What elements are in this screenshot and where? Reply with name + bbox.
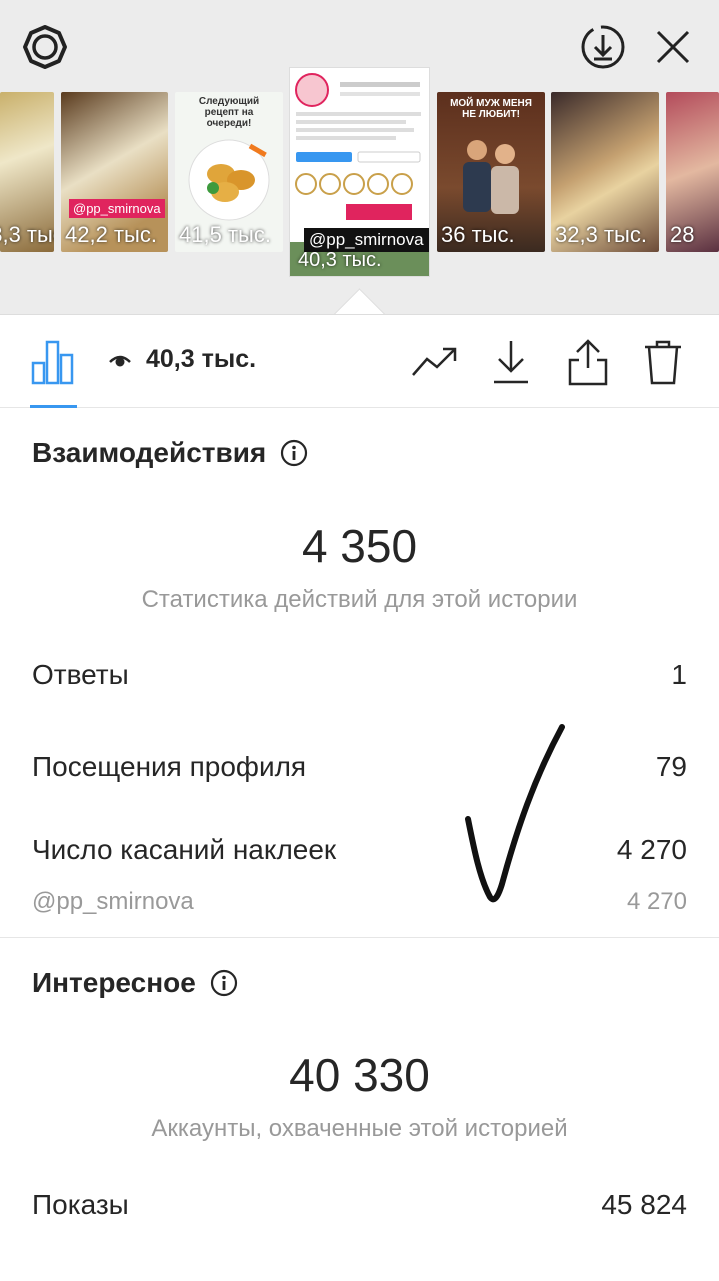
viewers-count-label: 40,3 тыс. (146, 345, 257, 373)
story-thumbnail[interactable]: 43,3 тыс. (0, 92, 54, 252)
stat-sublabel: @pp_smirnova (32, 888, 194, 915)
gear-icon (23, 25, 67, 69)
stat-label: Посещения профиля (32, 751, 307, 782)
interactions-title: Взаимодействия (32, 437, 267, 468)
info-icon[interactable] (280, 439, 308, 467)
interactions-total: 4 350 (301, 520, 418, 572)
thumbnail-views: 28 (670, 222, 695, 247)
discovery-title: Интересное (32, 967, 196, 998)
promote-button[interactable] (410, 337, 460, 387)
download-story-button[interactable] (580, 24, 626, 70)
download-circle-icon (581, 25, 625, 69)
discovery-heading: Интересное (32, 967, 238, 999)
stat-value: 1 (671, 659, 687, 690)
story-preview-area: 43,3 тыс. @pp_smirnova 42,2 тыс. Следующ… (0, 0, 719, 314)
discovery-total: 40 330 (289, 1049, 430, 1101)
thumbnail-views: 43,3 тыс. (0, 222, 54, 247)
thumbnail-views: 42,2 тыс. (65, 222, 157, 247)
insights-toolbar: 40,3 тыс. (0, 315, 719, 408)
stat-row-impressions: Показы 45 824 (32, 1189, 687, 1221)
save-button[interactable] (486, 337, 536, 387)
food-plate-image (188, 139, 270, 221)
stat-row-sticker-taps: Число касаний наклеек 4 270 (32, 834, 687, 866)
thumbnail-mention-tag: @pp_smirnova (69, 199, 165, 218)
viewers-count[interactable]: 40,3 тыс. (108, 345, 256, 374)
story-thumbnail[interactable]: 32,3 тыс. (551, 92, 659, 252)
discovery-caption: Аккаунты, охваченные этой историей (151, 1115, 568, 1142)
thumbnail-title: МОЙ МУЖ МЕНЯ НЕ ЛЮБИТ! (450, 98, 532, 120)
settings-button[interactable] (22, 24, 68, 70)
thumbnail-title: Следующий рецепт на очереди! (198, 96, 260, 129)
section-divider (0, 937, 719, 938)
stat-value: 4 270 (616, 834, 687, 865)
stat-subrow-mention: @pp_smirnova 4 270 (32, 888, 687, 916)
stat-label: Показы (32, 1189, 129, 1220)
share-icon (568, 339, 608, 386)
stat-row-profile-visits: Посещения профиля 79 (32, 751, 687, 783)
thumbnail-views: 41,5 тыс. (179, 222, 271, 247)
share-button[interactable] (563, 337, 613, 387)
stats-tab-button[interactable] (28, 337, 78, 387)
interactions-caption: Статистика действий для этой истории (141, 586, 578, 613)
story-thumbnail[interactable]: 28 (666, 92, 719, 252)
bar-chart-icon (31, 340, 74, 385)
delete-button[interactable] (638, 337, 688, 387)
selected-story-views: 40,3 тыс. (298, 249, 382, 271)
stat-value: 45 824 (601, 1189, 687, 1220)
info-icon[interactable] (210, 969, 238, 997)
stat-value: 79 (655, 751, 687, 782)
couple-photo (463, 140, 519, 214)
story-thumbnail[interactable]: @pp_smirnova 42,2 тыс. (61, 92, 168, 252)
stat-row-replies: Ответы 1 (32, 659, 687, 691)
stat-label: Ответы (32, 659, 129, 690)
active-tab-indicator (30, 405, 77, 408)
stat-label: Число касаний наклеек (32, 834, 337, 865)
close-button[interactable] (650, 24, 696, 70)
stat-subvalue: 4 270 (626, 888, 687, 915)
thumbnail-views: 32,3 тыс. (555, 222, 647, 247)
download-icon (494, 341, 528, 384)
handwritten-checkmark (465, 724, 565, 903)
story-thumbnail[interactable]: МОЙ МУЖ МЕНЯ НЕ ЛЮБИТ! 36 тыс. (437, 92, 545, 252)
eye-icon (109, 355, 131, 366)
insights-panel: 40,3 тыс. Взаимодействия 4 350 Статистик… (0, 314, 719, 1281)
thumbnail-views: 36 тыс. (441, 222, 515, 247)
selected-story-thumbnail[interactable]: @pp_smirnova 40,3 тыс. (290, 68, 429, 276)
trash-icon (645, 340, 681, 385)
close-icon (656, 30, 690, 64)
trending-up-icon (412, 347, 457, 376)
story-thumbnail[interactable]: Следующий рецепт на очереди! 41,5 тыс. (175, 92, 283, 252)
interactions-heading: Взаимодействия (32, 437, 308, 469)
